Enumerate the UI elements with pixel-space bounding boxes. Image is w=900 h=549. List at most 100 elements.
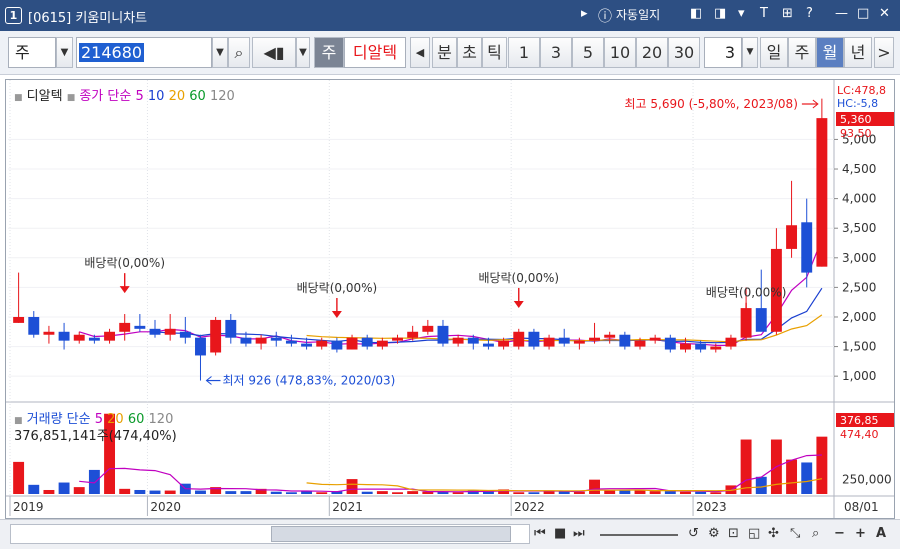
volume-bar [134,489,146,494]
minimize-icon[interactable]: — [835,6,848,21]
close-icon[interactable]: ✕ [879,6,890,21]
stock-name[interactable]: 디알텍 [344,37,406,68]
stop-icon[interactable]: ■ [554,526,566,541]
x-label-2023: 2023 [696,500,727,514]
speaker-dropdown-icon[interactable]: ▼ [296,37,310,68]
volume-bar [604,490,616,494]
next-icon[interactable]: > [874,37,894,68]
volume-bar [361,491,373,494]
current-volume-label: 376,85 [840,414,879,427]
horizontal-scrollbar[interactable] [10,524,530,544]
candle [543,337,555,347]
zoom-slider[interactable] [600,534,678,536]
info-icon[interactable]: ⓘ [598,6,612,26]
interval-20[interactable]: 20 [636,37,668,68]
chart-area[interactable]: 2019 2020 2021 2022 2023 08/01 5,000 4,500 4,000… [5,79,895,519]
zoom-out-icon[interactable]: − [834,526,845,541]
volume-bar [316,492,328,494]
interval-5[interactable]: 5 [572,37,604,68]
period-tick[interactable]: 틱 [482,37,507,68]
volume-bar [407,491,419,494]
speaker-icon[interactable]: ◀▮ [252,37,296,68]
candle [619,334,631,347]
candle [755,308,767,332]
chart-canvas[interactable]: 2019 2020 2021 2022 2023 08/015,0004,5004,000… [6,80,894,518]
window-number[interactable]: 1 [5,7,22,24]
help-icon[interactable]: ? [806,6,813,21]
cycle-month[interactable]: 월 [816,37,844,68]
volume-bar [664,491,676,494]
price-tick-label: 4,500 [842,162,876,176]
zoom-icon[interactable]: ⌕ [812,526,819,541]
auto-log-button[interactable]: 자동일지 [616,6,660,23]
play-icon[interactable]: ▸ [581,6,588,21]
x-label-2021: 2021 [332,500,363,514]
candle [786,225,798,249]
volume-bar [119,488,131,494]
volume-tick-label: 250,000 [842,473,892,487]
price-tick-label: 2,500 [842,280,876,294]
dividend-annotation: 배당락(0,00%) [478,271,559,285]
cross-icon[interactable]: ✣ [768,526,779,541]
period-second[interactable]: 초 [457,37,482,68]
maximize-icon[interactable]: □ [857,6,869,21]
prev-icon[interactable]: ◀ [410,37,430,68]
legend-price-label: 종가 단순 [79,89,132,104]
volume-bar [376,491,388,494]
scroll-thumb[interactable] [271,526,511,542]
current-pct-label: 93,50 [840,127,872,140]
first-icon[interactable]: ⏮ [534,526,546,541]
code-input[interactable]: 214680 [76,37,212,68]
interval-dropdown-icon[interactable]: ▼ [742,37,758,68]
chart-type-icon[interactable]: ⊡ [728,526,739,541]
market-dropdown-icon[interactable]: ▼ [56,37,73,68]
interval-10[interactable]: 10 [604,37,636,68]
copy-icon[interactable]: ◨ [714,6,726,21]
code-dropdown-icon[interactable]: ▼ [212,37,228,68]
grid-icon[interactable]: ⊞ [782,6,793,21]
volume-bar [43,489,55,494]
volume-bar [13,461,25,494]
text-icon[interactable]: T [760,6,768,21]
dividend-annotation: 배당락(0,00%) [84,256,165,270]
window-title: [0615] 키움미니차트 [28,11,148,26]
cycle-week[interactable]: 주 [788,37,816,68]
layout-icon[interactable]: ◧ [690,6,702,21]
candle [225,319,237,338]
pin-icon[interactable]: ▾ [738,6,745,21]
dividend-annotation: 배당락(0,00%) [706,286,787,300]
candle [210,319,222,353]
candle [680,343,691,350]
candle [88,337,100,341]
candle [270,337,282,341]
volume-bar [816,436,828,494]
type-button[interactable]: 주 [314,37,344,68]
cycle-year[interactable]: 년 [844,37,872,68]
candle [604,334,616,338]
interval-1[interactable]: 1 [508,37,540,68]
current-price-label: 5,360 [840,113,872,126]
select-icon[interactable]: ⤡ [790,526,800,541]
font-size-icon[interactable]: A [876,526,886,541]
period-minute[interactable]: 분 [432,37,457,68]
interval-select[interactable]: 3 [704,37,742,68]
cycle-day[interactable]: 일 [760,37,788,68]
legend-ma-10: 10 [147,89,165,104]
window-icon[interactable]: ◱ [748,526,760,541]
settings-icon[interactable]: ⚙ [708,526,720,541]
volume-bar [346,479,358,494]
x-label-2020: 2020 [150,500,181,514]
forward-icon[interactable]: ⏭ [573,526,585,541]
interval-3[interactable]: 3 [540,37,572,68]
market-select[interactable]: 주 [8,37,56,68]
candle [664,337,676,350]
search-icon[interactable]: ⌕ [228,37,250,68]
x-label-2019: 2019 [13,500,44,514]
interval-30[interactable]: 30 [668,37,700,68]
candle [392,337,403,341]
zoom-in-icon[interactable]: + [855,526,866,541]
reset-icon[interactable]: ↺ [688,526,699,541]
status-bar: ⏮ ■ ⏭ ↺ ⚙ ⊡ ◱ ✣ ⤡ ⌕ − + A [0,519,900,549]
candle [104,331,116,341]
title-bar: 1 [0615] 키움미니차트 ▸ ⓘ 자동일지 ◧ ◨ ▾ T ⊞ ? — □… [0,0,900,31]
